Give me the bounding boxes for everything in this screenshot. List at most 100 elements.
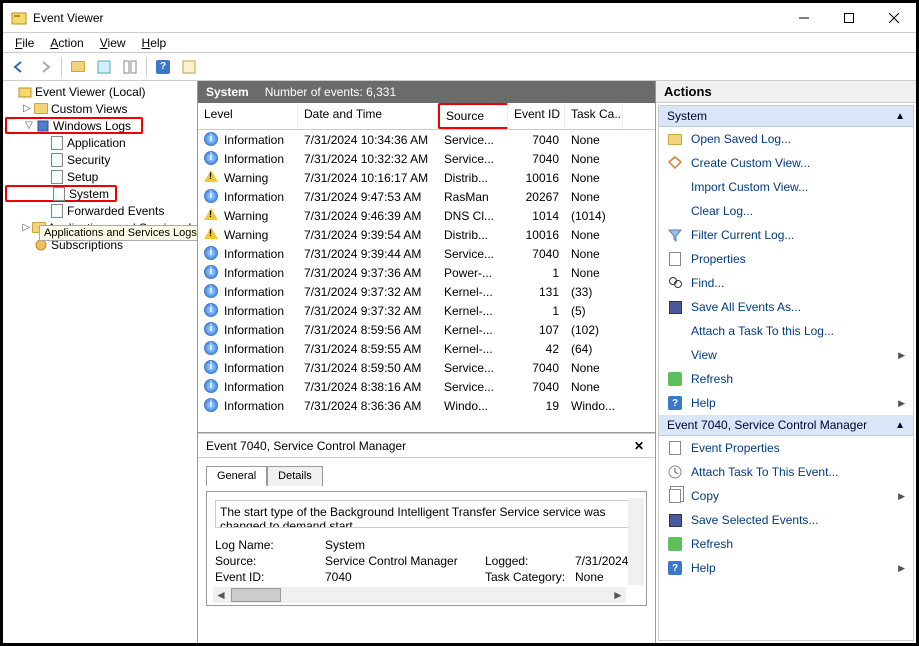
grid-row[interactable]: iInformation7/31/2024 10:32:32 AMService… — [198, 149, 655, 168]
info-icon: i — [204, 360, 218, 374]
info-icon: i — [204, 151, 218, 165]
action-attach-event-task[interactable]: Attach Task To This Event... — [659, 460, 913, 484]
tree-security[interactable]: Security — [5, 151, 195, 168]
tree-custom-views[interactable]: ▷ Custom Views — [5, 100, 195, 117]
tab-content: The start type of the Background Intelli… — [206, 491, 647, 606]
grid-row[interactable]: iInformation7/31/2024 8:38:16 AMService.… — [198, 377, 655, 396]
warning-icon — [204, 170, 218, 182]
actions-pane: Actions System▲ Open Saved Log... Create… — [656, 81, 916, 643]
action-refresh[interactable]: Refresh — [659, 367, 913, 391]
grid-row[interactable]: Warning7/31/2024 10:16:17 AMDistrib...10… — [198, 168, 655, 187]
menubar: File Action View Help — [3, 33, 916, 53]
info-icon: i — [204, 265, 218, 279]
actions-section-event[interactable]: Event 7040, Service Control Manager▲ — [659, 415, 913, 436]
logname-label: Log Name: — [215, 538, 325, 552]
tree-application[interactable]: Application — [5, 134, 195, 151]
grid-row[interactable]: iInformation7/31/2024 8:59:50 AMService.… — [198, 358, 655, 377]
grid-row[interactable]: iInformation7/31/2024 8:36:36 AMWindo...… — [198, 396, 655, 415]
info-icon: i — [204, 341, 218, 355]
info-icon: i — [204, 284, 218, 298]
tree-root[interactable]: Event Viewer (Local) — [5, 83, 195, 100]
grid-row[interactable]: Warning7/31/2024 9:39:54 AMDistrib...100… — [198, 225, 655, 244]
tree-setup[interactable]: Setup — [5, 168, 195, 185]
grid-row[interactable]: iInformation7/31/2024 8:59:56 AMKernel-.… — [198, 320, 655, 339]
grid-row[interactable]: iInformation7/31/2024 9:47:53 AMRasMan20… — [198, 187, 655, 206]
action-import-custom-view[interactable]: Import Custom View... — [659, 175, 913, 199]
col-level[interactable]: Level — [198, 103, 298, 129]
action-find[interactable]: Find... — [659, 271, 913, 295]
menu-view[interactable]: View — [92, 34, 134, 52]
center-header-name: System — [206, 85, 249, 99]
action-view[interactable]: View▶ — [659, 343, 913, 367]
center-header: System Number of events: 6,331 — [198, 81, 655, 103]
action-help[interactable]: ?Help▶ — [659, 391, 913, 415]
minimize-button[interactable] — [781, 4, 826, 32]
detail-pane: Event 7040, Service Control Manager ✕ Ge… — [198, 433, 655, 643]
grid-row[interactable]: iInformation7/31/2024 9:37:36 AMPower-..… — [198, 263, 655, 282]
action-save-selected[interactable]: Save Selected Events... — [659, 508, 913, 532]
menu-help[interactable]: Help — [134, 34, 175, 52]
tree-windows-logs-label: Windows Logs — [53, 119, 131, 133]
detail-vscroll[interactable] — [628, 498, 644, 585]
detail-hscroll[interactable]: ◄► — [213, 587, 626, 603]
toolbar-btn-4[interactable] — [177, 55, 201, 79]
forward-button[interactable] — [33, 55, 57, 79]
tree-application-label: Application — [67, 136, 126, 150]
info-icon: i — [204, 303, 218, 317]
actions-title: Actions — [656, 81, 916, 103]
tree-pane[interactable]: Event Viewer (Local) ▷ Custom Views ▽ Wi… — [3, 81, 198, 643]
toolbar-btn-1[interactable] — [66, 55, 90, 79]
info-icon: i — [204, 379, 218, 393]
tab-details[interactable]: Details — [267, 466, 323, 486]
toolbar-help-button[interactable]: ? — [151, 55, 175, 79]
toolbar-btn-3[interactable] — [118, 55, 142, 79]
logname-value: System — [325, 538, 485, 552]
menu-file[interactable]: File — [7, 34, 42, 52]
center-pane: System Number of events: 6,331 Level Dat… — [198, 81, 656, 643]
warning-icon — [204, 208, 218, 220]
actions-section-system[interactable]: System▲ — [659, 106, 913, 127]
grid-row[interactable]: iInformation7/31/2024 9:39:44 AMService.… — [198, 244, 655, 263]
action-clear-log[interactable]: Clear Log... — [659, 199, 913, 223]
col-source[interactable]: Source — [438, 103, 508, 129]
grid-body[interactable]: iInformation7/31/2024 10:34:36 AMService… — [198, 130, 655, 432]
action-refresh-2[interactable]: Refresh — [659, 532, 913, 556]
maximize-button[interactable] — [826, 4, 871, 32]
warning-icon — [204, 227, 218, 239]
tab-general[interactable]: General — [206, 466, 267, 486]
menu-action[interactable]: Action — [42, 34, 91, 52]
detail-close-button[interactable]: ✕ — [631, 438, 647, 454]
col-eventid[interactable]: Event ID — [508, 103, 565, 129]
close-button[interactable] — [871, 4, 916, 32]
action-create-custom-view[interactable]: Create Custom View... — [659, 151, 913, 175]
action-open-saved-log[interactable]: Open Saved Log... — [659, 127, 913, 151]
action-save-all[interactable]: Save All Events As... — [659, 295, 913, 319]
action-help-2[interactable]: ?Help▶ — [659, 556, 913, 580]
toolbar-btn-2[interactable] — [92, 55, 116, 79]
grid-row[interactable]: iInformation7/31/2024 10:34:36 AMService… — [198, 130, 655, 149]
detail-title: Event 7040, Service Control Manager — [206, 439, 631, 453]
source-label: Source: — [215, 554, 325, 568]
titlebar: Event Viewer — [3, 3, 916, 33]
grid-header: Level Date and Time Source Event ID Task… — [198, 103, 655, 130]
grid-row[interactable]: iInformation7/31/2024 9:37:32 AMKernel-.… — [198, 301, 655, 320]
tree-system[interactable]: System — [5, 185, 117, 202]
grid-row[interactable]: iInformation7/31/2024 8:59:55 AMKernel-.… — [198, 339, 655, 358]
tree-forwarded[interactable]: Forwarded Events — [5, 202, 195, 219]
action-event-properties[interactable]: Event Properties — [659, 436, 913, 460]
back-button[interactable] — [7, 55, 31, 79]
tree-custom-views-label: Custom Views — [51, 102, 127, 116]
col-datetime[interactable]: Date and Time — [298, 103, 438, 129]
grid-row[interactable]: Warning7/31/2024 9:46:39 AMDNS Cl...1014… — [198, 206, 655, 225]
tree-forwarded-label: Forwarded Events — [67, 204, 164, 218]
info-icon: i — [204, 132, 218, 146]
window-title: Event Viewer — [33, 11, 781, 25]
tree-windows-logs[interactable]: ▽ Windows Logs — [5, 117, 143, 134]
col-taskcat[interactable]: Task Ca... — [565, 103, 623, 129]
action-attach-task[interactable]: Attach a Task To this Log... — [659, 319, 913, 343]
grid-row[interactable]: iInformation7/31/2024 9:37:32 AMKernel-.… — [198, 282, 655, 301]
action-filter-log[interactable]: Filter Current Log... — [659, 223, 913, 247]
info-icon: i — [204, 189, 218, 203]
action-properties[interactable]: Properties — [659, 247, 913, 271]
action-copy[interactable]: Copy▶ — [659, 484, 913, 508]
